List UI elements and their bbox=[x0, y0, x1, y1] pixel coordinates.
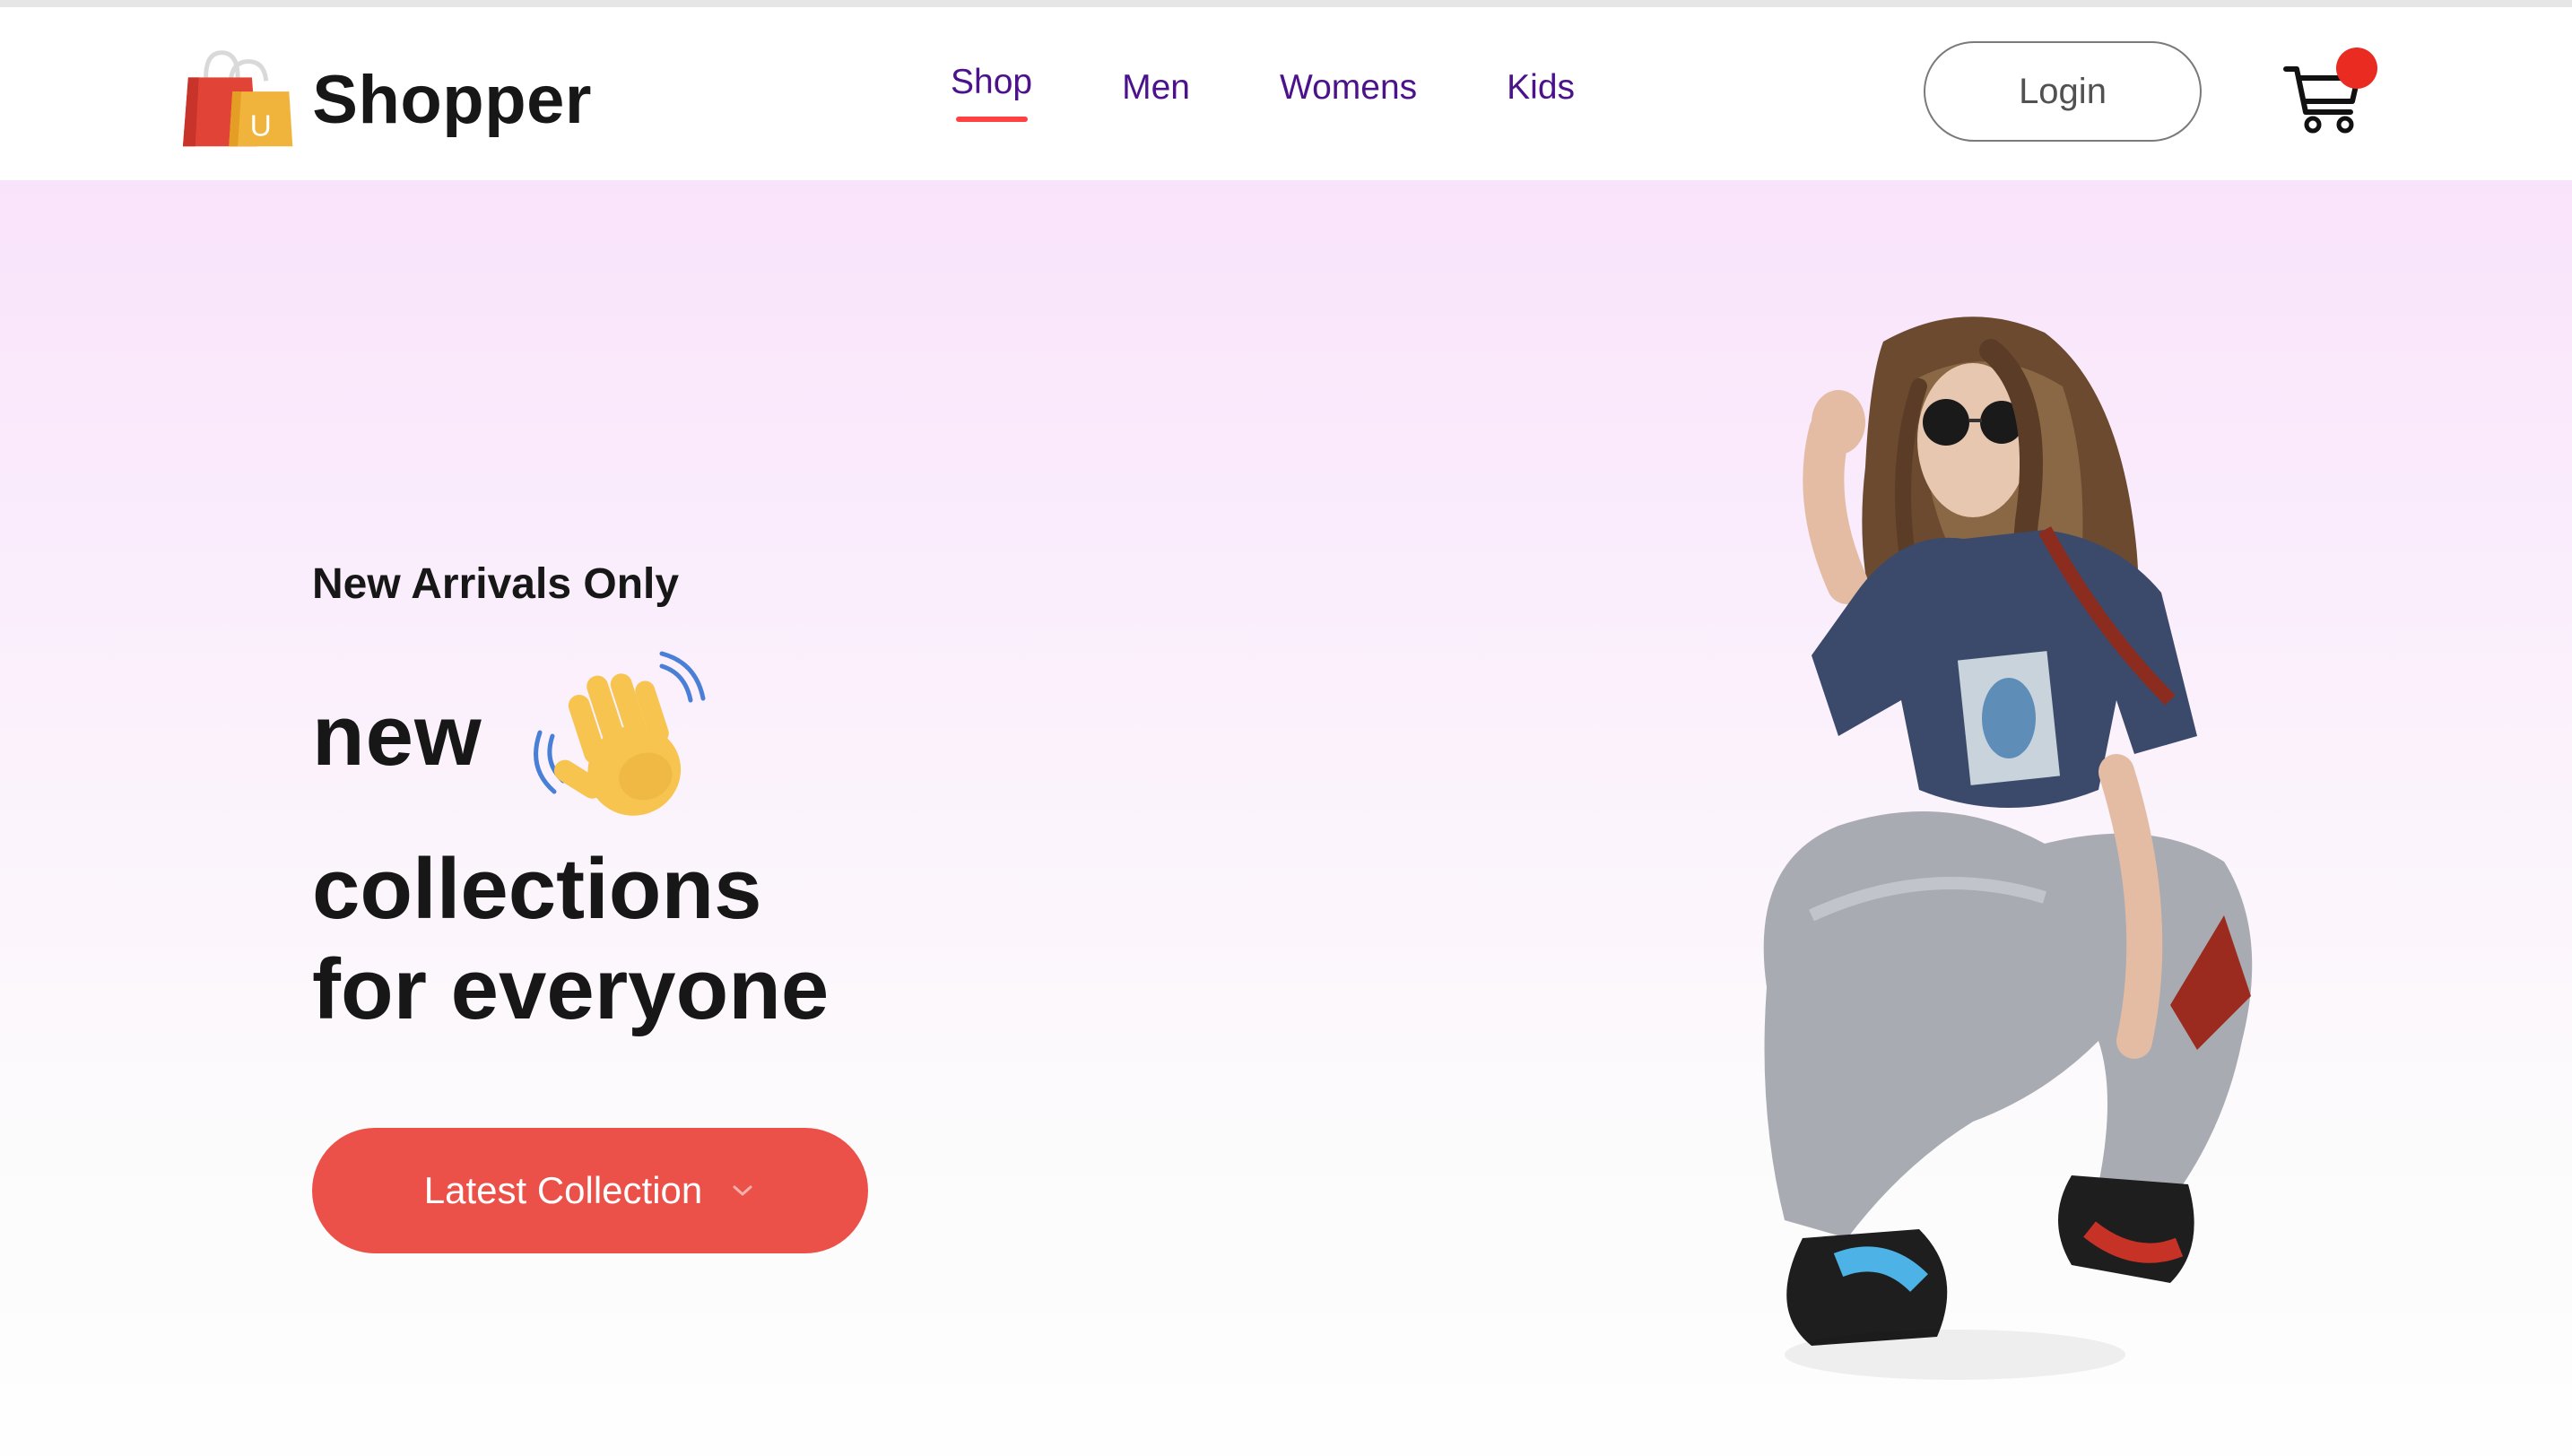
nav-item-men[interactable]: Men bbox=[1122, 68, 1190, 108]
nav-item-kids[interactable]: Kids bbox=[1507, 68, 1575, 108]
hero-headline-row: new bbox=[312, 646, 707, 826]
active-indicator bbox=[955, 117, 1028, 122]
hero-text-block: New Arrivals Only new collections for ev… bbox=[312, 180, 1299, 1456]
cart-count-badge bbox=[2336, 48, 2377, 89]
hero-section: New Arrivals Only new collections for ev… bbox=[0, 180, 2572, 1456]
logo-letter: U bbox=[250, 109, 272, 143]
nav-item-label: Kids bbox=[1507, 68, 1576, 107]
top-border bbox=[0, 0, 2572, 7]
login-button[interactable]: Login bbox=[1924, 41, 2202, 142]
brand-logo[interactable]: U Shopper bbox=[179, 41, 592, 158]
nav-item-label: Shop bbox=[951, 63, 1033, 101]
hero-headline-line: collections bbox=[312, 841, 762, 937]
latest-collection-button[interactable]: Latest Collection bbox=[312, 1128, 868, 1253]
chevron-down-icon bbox=[733, 1185, 752, 1196]
woman-squatting-model-image bbox=[1763, 316, 2253, 1380]
latest-collection-label: Latest Collection bbox=[423, 1169, 703, 1211]
hero-headline-line: for everyone bbox=[312, 941, 830, 1037]
nav-item-womens[interactable]: Womens bbox=[1280, 68, 1417, 108]
nav-item-label: Men bbox=[1122, 68, 1190, 107]
cart-button[interactable] bbox=[2282, 48, 2381, 146]
nav-item-shop[interactable]: Shop bbox=[951, 63, 1032, 122]
shopping-bags-icon: U bbox=[182, 50, 293, 147]
brand-name: Shopper bbox=[312, 61, 592, 138]
main-nav: Shop Men Womens Kids bbox=[951, 63, 1575, 140]
hero-headline-word: new bbox=[312, 688, 482, 784]
navbar: U Shopper Shop Men Womens Kids Login bbox=[0, 7, 2572, 181]
nav-item-label: Womens bbox=[1279, 68, 1418, 107]
waving-hand-icon bbox=[533, 651, 706, 816]
hero-kicker: New Arrivals Only bbox=[312, 560, 680, 608]
